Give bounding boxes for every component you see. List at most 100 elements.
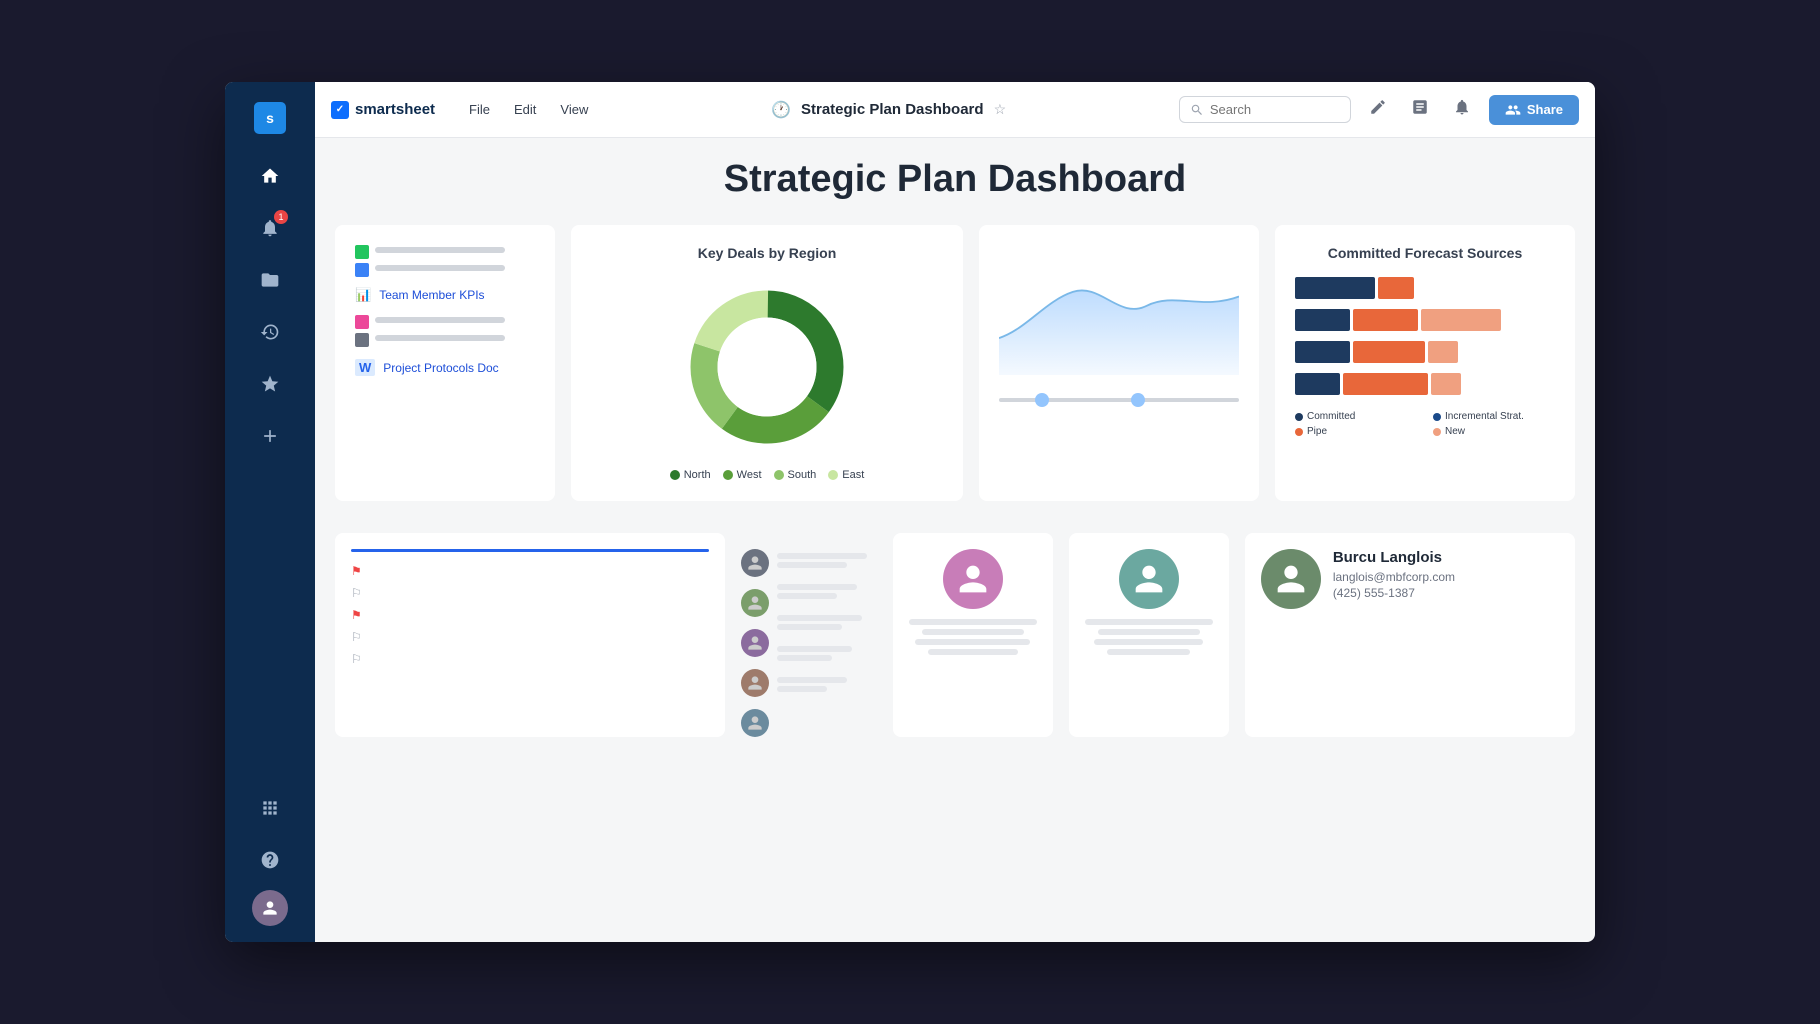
content-area: Strategic Plan Dashboard [315,138,1595,942]
page-title: Strategic Plan Dashboard [801,101,984,118]
bar-pipe-2 [1353,309,1418,331]
bar-chart-title: Committed Forecast Sources [1295,245,1555,261]
contact-avatar [1261,549,1321,609]
bar-committed-3 [1295,341,1350,363]
bar-chart-card: Committed Forecast Sources [1275,225,1575,501]
contact-email: langlois@mbfcorp.com [1333,570,1455,584]
sidebar-item-new[interactable] [248,414,292,458]
sidebar-item-home[interactable] [248,154,292,198]
notification-badge: 1 [274,210,288,224]
bar-row-1 [1295,277,1555,299]
favorite-star[interactable]: ☆ [994,101,1007,118]
flag-red-3: ⚑ [351,608,362,622]
slider-thumb-right[interactable] [1131,393,1145,407]
bar-new-2 [1421,309,1501,331]
color-bar-green [355,245,369,259]
bar-committed-1 [1295,277,1375,299]
search-input[interactable] [1210,102,1340,117]
donut-chart-card: Key Deals by Region [571,225,963,501]
legend-pipe: Pipe [1295,426,1417,437]
user-avatar[interactable] [252,890,288,926]
bar-row-4 [1295,373,1555,395]
legend-south: South [774,469,817,481]
flag-red-1: ⚑ [351,564,362,578]
avatar-column [741,549,769,737]
widget-row-top: 📊 Team Member KPIs [335,225,1575,501]
legend-east: East [828,469,864,481]
task-avatar-3 [741,629,769,657]
person-card-2 [1069,533,1229,737]
person-avatar-1 [943,549,1003,609]
slider-thumb-left[interactable] [1035,393,1049,407]
sidebar-item-help[interactable] [248,838,292,882]
nav-view[interactable]: View [550,98,598,121]
task-row-5: ⚐ [351,652,709,666]
slider-track[interactable] [999,398,1239,402]
sidebar-item-favorites[interactable] [248,362,292,406]
bar-pipe-3 [1353,341,1425,363]
bar-row-2 [1295,309,1555,331]
legend-west: West [723,469,762,481]
notification-icon[interactable] [1447,92,1477,127]
dashboard-icon: 🕐 [771,100,791,120]
donut-chart-container: North West South [591,277,943,481]
bar-committed-4 [1295,373,1340,395]
contact-card: Burcu Langlois langlois@mbfcorp.com (425… [1245,533,1575,737]
legend-incremental: Incremental Strat. [1433,411,1555,422]
color-bar-gray [355,333,369,347]
contact-phone: (425) 555-1387 [1333,586,1455,600]
share-button[interactable]: Share [1489,95,1579,125]
bar-new-4 [1431,373,1461,395]
main-area: ✓ smartsheet File Edit View 🕐 Strategic … [315,82,1595,942]
sidebar: s 1 [225,82,315,942]
task-row-3: ⚑ [351,608,709,622]
donut-chart-title: Key Deals by Region [591,245,943,261]
bar-pipe-1 [1378,277,1414,299]
task-text-column [777,549,877,737]
legend-new: New [1433,426,1555,437]
bar-pipe-4 [1343,373,1428,395]
legend-north: North [670,469,711,481]
sidebar-item-recents[interactable] [248,310,292,354]
present-icon[interactable] [1405,92,1435,127]
nav-file[interactable]: File [459,98,500,121]
file-item-protocols[interactable]: W Project Protocols Doc [355,359,535,376]
donut-svg [677,277,857,457]
contact-name: Burcu Langlois [1333,549,1455,566]
app-logo: s [250,98,290,138]
task-avatar-5 [741,709,769,737]
file-item-kpis[interactable]: 📊 Team Member KPIs [355,287,535,303]
person-avatar-2 [1119,549,1179,609]
flag-gray-5: ⚐ [351,652,362,666]
sidebar-item-browse[interactable] [248,258,292,302]
bar-legend: Committed Incremental Strat. Pipe N [1295,411,1555,437]
search-icon [1190,103,1204,117]
topbar-nav: File Edit View [459,98,598,121]
logo-mark: ✓ [331,101,349,119]
search-box[interactable] [1179,96,1351,123]
task-panel: ⚑ ⚐ ⚑ [335,533,725,737]
flag-gray-4: ⚐ [351,630,362,644]
bar-new-3 [1428,341,1458,363]
task-avatars [741,533,877,737]
donut-legend: North West South [670,469,865,481]
widget-row-bottom: ⚑ ⚐ ⚑ [335,533,1575,737]
contact-info: Burcu Langlois langlois@mbfcorp.com (425… [1333,549,1455,600]
chart-slider [999,398,1239,402]
topbar: ✓ smartsheet File Edit View 🕐 Strategic … [315,82,1595,138]
bar-row-3 [1295,341,1555,363]
task-avatar-2 [741,589,769,617]
file-panel: 📊 Team Member KPIs [335,225,555,501]
nav-edit[interactable]: Edit [504,98,546,121]
edit-icon[interactable] [1363,92,1393,127]
color-bar-blue [355,263,369,277]
area-chart-svg [999,245,1239,385]
area-chart-card [979,225,1259,501]
topbar-center: 🕐 Strategic Plan Dashboard ☆ [614,100,1163,120]
sidebar-item-apps[interactable] [248,786,292,830]
task-row-4: ⚐ [351,630,709,644]
bar-committed-2 [1295,309,1350,331]
sidebar-item-notifications[interactable]: 1 [248,206,292,250]
dashboard-title: Strategic Plan Dashboard [335,158,1575,201]
task-panel-header-bar [351,549,709,552]
